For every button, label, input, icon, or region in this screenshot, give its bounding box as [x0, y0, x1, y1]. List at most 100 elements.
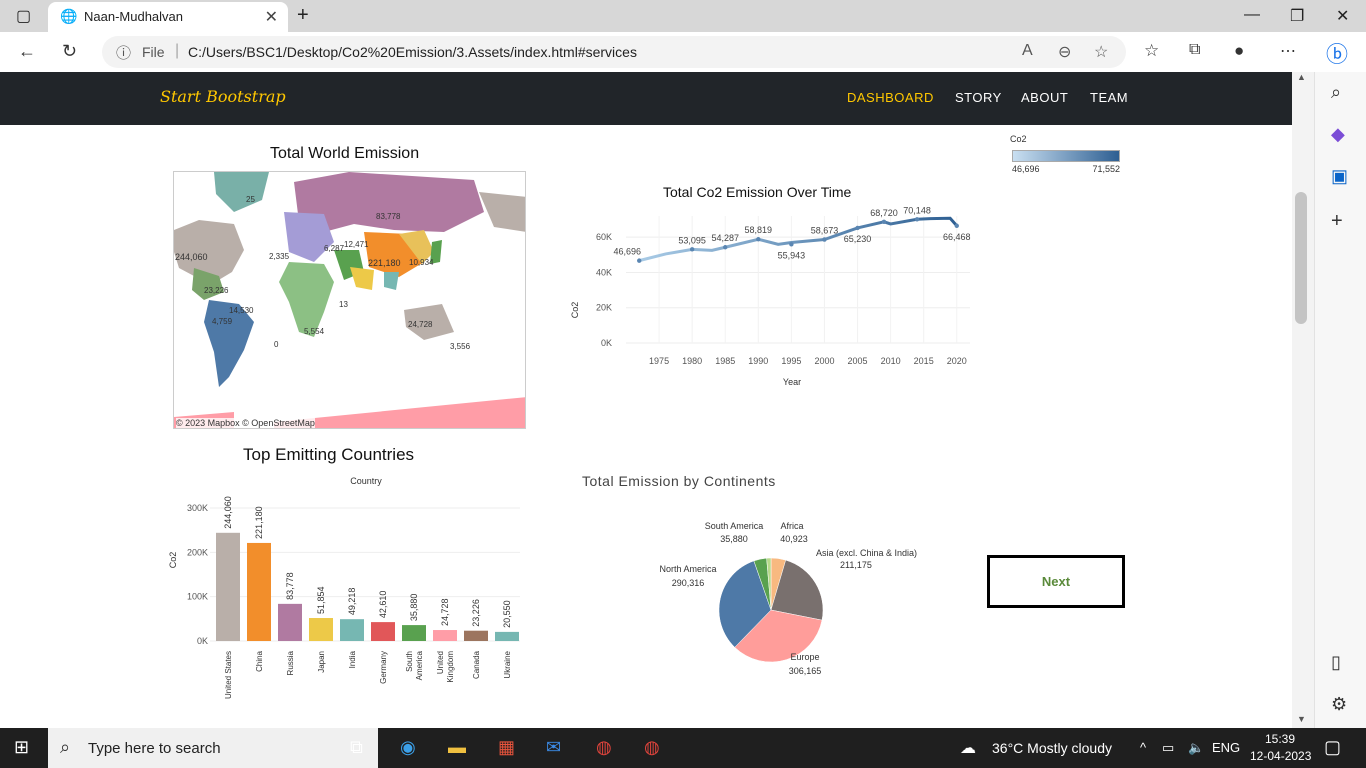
- legend-min: 46,696: [1012, 164, 1040, 174]
- map-label: 3,556: [450, 342, 471, 351]
- windows-start-icon[interactable]: ⊞: [14, 737, 29, 758]
- map-label: 6,287: [324, 244, 345, 253]
- close-tab-icon[interactable]: ✕: [265, 7, 278, 27]
- outlook-icon[interactable]: ▣: [1331, 166, 1348, 187]
- scroll-thumb[interactable]: [1295, 192, 1307, 324]
- x-tick-label: 1990: [748, 356, 768, 366]
- y-tick-label: 100K: [187, 592, 208, 602]
- x-tick-label: Russia: [286, 650, 295, 675]
- read-aloud-icon[interactable]: A: [1022, 42, 1033, 60]
- bar-value-label: 23,226: [471, 599, 481, 627]
- tab-actions-icon[interactable]: ▢: [16, 6, 31, 26]
- x-tick-label: America: [415, 650, 424, 680]
- data-point: [855, 225, 860, 231]
- y-tick-label: 20K: [596, 303, 612, 313]
- nav-story[interactable]: STORY: [955, 90, 1002, 105]
- chrome-profile-icon[interactable]: ◍: [644, 737, 660, 758]
- restore-button[interactable]: ❐: [1290, 6, 1304, 26]
- bar: [216, 532, 240, 641]
- info-icon[interactable]: ⓘ: [116, 42, 131, 63]
- collections-icon[interactable]: ⧉: [1189, 41, 1200, 59]
- profile-avatar-icon[interactable]: ●: [1234, 41, 1244, 61]
- taskbar: ⊞ ⌕ Type here to search ⧉ ◉ ▬ ▦ ✉ ◍ ◍ ☁ …: [0, 728, 1366, 768]
- x-tick-label: Kingdom: [446, 651, 455, 683]
- scroll-up-icon[interactable]: ▲: [1297, 72, 1306, 82]
- chrome-icon[interactable]: ◍: [596, 737, 612, 758]
- bing-icon[interactable]: ⓑ: [1326, 37, 1348, 69]
- sidebar-toggle-icon[interactable]: ▯: [1331, 652, 1341, 673]
- minimize-button[interactable]: —: [1244, 6, 1260, 24]
- task-view-icon[interactable]: ⧉: [350, 737, 363, 758]
- x-tick-label: Germany: [379, 651, 388, 684]
- nav-about[interactable]: ABOUT: [1021, 90, 1068, 105]
- x-tick-label: 2020: [947, 356, 967, 366]
- volume-icon[interactable]: 🔈: [1188, 740, 1204, 756]
- mail-icon[interactable]: ✉: [546, 737, 561, 758]
- bar-value-label: 83,778: [285, 572, 295, 600]
- map-label: 24,728: [408, 320, 433, 329]
- data-label: 54,287: [711, 233, 739, 243]
- file-explorer-icon[interactable]: ▬: [448, 737, 466, 758]
- url-text[interactable]: C:/Users/BSC1/Desktop/Co2%20Emission/3.A…: [188, 44, 637, 60]
- bar: [309, 618, 333, 641]
- next-button[interactable]: Next: [987, 555, 1125, 608]
- clock-time[interactable]: 15:39: [1265, 732, 1295, 746]
- map-label: 5,554: [304, 327, 325, 336]
- store-icon[interactable]: ▦: [498, 737, 515, 758]
- clock-date[interactable]: 12-04-2023: [1250, 749, 1311, 763]
- bar-chart[interactable]: Country Co2 0K 100K 200K 300K 244,060 United St…: [160, 472, 530, 712]
- map-label: 13: [339, 300, 348, 309]
- data-point: [689, 247, 695, 252]
- pie-chart[interactable]: Africa 40,923 Asia (excl. China & India) 21…: [640, 512, 940, 692]
- weather-text[interactable]: 36°C Mostly cloudy: [992, 740, 1112, 756]
- page-scrollbar[interactable]: ▲ ▼: [1292, 72, 1314, 728]
- slice-name-label: North America: [659, 564, 716, 574]
- map-label: 12,471: [344, 240, 369, 249]
- slice-value-label: 40,923: [780, 534, 808, 544]
- legend-max: 71,552: [1092, 164, 1120, 174]
- map-label: 221,180: [368, 258, 401, 268]
- favorites-icon[interactable]: ☆: [1144, 41, 1159, 61]
- y-tick-label: 40K: [596, 267, 612, 277]
- x-tick-label: 2010: [881, 356, 901, 366]
- new-tab-button[interactable]: +: [297, 4, 309, 27]
- taskbar-search[interactable]: ⌕ Type here to search: [48, 728, 378, 768]
- scroll-down-icon[interactable]: ▼: [1297, 714, 1306, 724]
- line-chart-title: Total Co2 Emission Over Time: [663, 184, 852, 200]
- shopping-icon[interactable]: ◆: [1331, 124, 1345, 145]
- map-label: 25: [246, 195, 255, 204]
- settings-gear-icon[interactable]: ⚙: [1331, 694, 1347, 715]
- data-point: [756, 237, 761, 242]
- tray-chevron-icon[interactable]: ^: [1140, 740, 1146, 755]
- add-favorite-icon[interactable]: ☆: [1094, 42, 1108, 62]
- color-legend: Co2 46,696 71,552: [1008, 130, 1123, 178]
- x-axis-title: Country: [350, 476, 382, 486]
- x-tick-label: 2015: [914, 356, 934, 366]
- map-credit[interactable]: © 2023 Mapbox © OpenStreetMap: [176, 418, 315, 428]
- browser-tab[interactable]: 🌐 Naan-Mudhalvan ✕: [48, 2, 288, 32]
- x-tick-label: Japan: [317, 651, 326, 673]
- nav-dashboard[interactable]: DASHBOARD: [847, 90, 934, 105]
- weather-icon[interactable]: ☁: [960, 738, 976, 758]
- site-brand[interactable]: Start Bootstrap: [160, 87, 286, 106]
- refresh-button[interactable]: ↻: [62, 41, 77, 62]
- slice-name-label: Asia (excl. China & India): [816, 548, 917, 558]
- bar-value-label: 49,218: [347, 588, 357, 616]
- search-icon[interactable]: ⌕: [1331, 82, 1341, 103]
- add-sidebar-icon[interactable]: +: [1331, 210, 1343, 233]
- zoom-icon[interactable]: ⊖: [1058, 42, 1071, 62]
- network-icon[interactable]: ▭: [1162, 740, 1174, 756]
- x-tick-label: 1980: [682, 356, 702, 366]
- close-window-button[interactable]: ✕: [1336, 6, 1349, 26]
- nav-team[interactable]: TEAM: [1090, 90, 1128, 105]
- edge-browser-icon[interactable]: ◉: [400, 737, 416, 758]
- world-map[interactable]: 25 83,778 244,060 221,180 24,728 14,530 …: [173, 171, 526, 429]
- notifications-icon[interactable]: ▢: [1324, 737, 1341, 758]
- data-label: 55,943: [778, 250, 806, 260]
- map-label: 83,778: [376, 212, 401, 221]
- address-bar[interactable]: ⓘ File | C:/Users/BSC1/Desktop/Co2%20Emi…: [102, 36, 1126, 68]
- language-indicator[interactable]: ENG: [1212, 740, 1240, 755]
- back-button[interactable]: ←: [18, 41, 36, 62]
- line-chart[interactable]: 0K 20K 40K 60K 1975 1980 1985 1990 1995 2000 2005 2…: [560, 202, 980, 452]
- more-menu-icon[interactable]: ⋯: [1280, 41, 1296, 61]
